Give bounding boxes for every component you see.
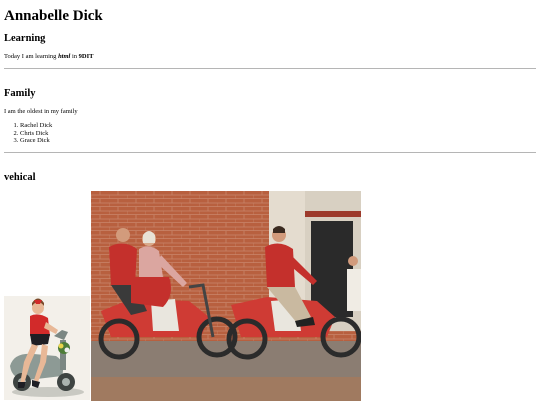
vehical-heading: vehical bbox=[4, 172, 36, 183]
list-item: Rachel Dick bbox=[20, 122, 52, 130]
motorbike-photo bbox=[91, 191, 361, 401]
list-item: Chris Dick bbox=[20, 130, 52, 138]
learning-text-before: Today I am learning bbox=[4, 53, 59, 60]
family-list: Rachel Dick Chris Dick Grace Dick bbox=[4, 122, 52, 145]
page-title: Annabelle Dick bbox=[4, 8, 103, 24]
family-paragraph: I am the oldest in my family bbox=[4, 108, 78, 115]
divider bbox=[4, 152, 536, 153]
list-item: Grace Dick bbox=[20, 137, 52, 145]
scooter-pinup-image bbox=[4, 296, 90, 400]
learning-strong: 9DIT bbox=[78, 53, 94, 60]
family-heading: Family bbox=[4, 88, 36, 99]
divider bbox=[4, 68, 536, 69]
learning-emphasis: html bbox=[58, 53, 71, 60]
learning-paragraph: Today I am learning html in 9DIT bbox=[4, 53, 93, 60]
learning-heading: Learning bbox=[4, 33, 46, 44]
learning-text-middle: in bbox=[70, 53, 79, 60]
